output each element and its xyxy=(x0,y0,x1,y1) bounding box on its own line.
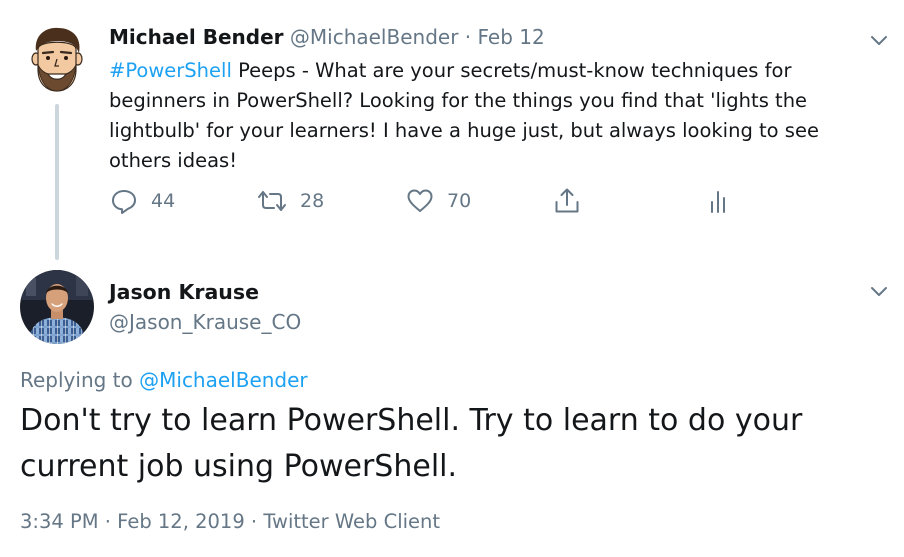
analytics-button[interactable] xyxy=(703,186,733,216)
reply-menu-chevron[interactable] xyxy=(869,283,889,297)
avatar-photo-icon xyxy=(20,270,94,344)
tweet-header: Michael Bender @MichaelBender · Feb 12 xyxy=(109,25,545,49)
reply-author-handle[interactable]: @Jason_Krause_CO xyxy=(109,310,301,334)
avatar-cartoon-icon xyxy=(31,27,83,92)
replying-prefix: Replying to xyxy=(20,368,140,392)
tweet-text: #PowerShell Peeps - What are your secret… xyxy=(109,56,849,176)
tweet-date[interactable]: Feb 12 xyxy=(478,25,545,49)
like-icon xyxy=(407,189,433,212)
header-separator: · xyxy=(464,25,472,49)
avatar[interactable] xyxy=(26,25,88,93)
reply-count: 44 xyxy=(151,190,176,212)
tweet-menu-chevron[interactable] xyxy=(869,32,889,46)
tweet-thread: Michael Bender @MichaelBender · Feb 12 #… xyxy=(0,0,904,557)
reply-button[interactable]: 44 xyxy=(109,186,175,216)
author-handle[interactable]: @MichaelBender xyxy=(290,25,459,49)
like-button[interactable]: 70 xyxy=(405,186,471,216)
hashtag-link[interactable]: #PowerShell xyxy=(109,59,232,82)
retweet-icon xyxy=(258,191,286,211)
chevron-down-icon xyxy=(871,36,887,45)
tweet-actions: 44 28 70 xyxy=(109,186,749,220)
thread-connector-line xyxy=(55,104,59,260)
reply-timestamp-source[interactable]: 3:34 PM · Feb 12, 2019 · Twitter Web Cli… xyxy=(20,510,440,533)
reply-icon xyxy=(112,190,136,214)
mention-link[interactable]: @MichaelBender xyxy=(139,368,308,392)
author-name[interactable]: Michael Bender xyxy=(109,25,284,49)
retweet-count: 28 xyxy=(300,190,325,212)
retweet-button[interactable]: 28 xyxy=(256,186,324,216)
share-button[interactable] xyxy=(552,186,582,216)
analytics-icon xyxy=(711,191,725,213)
share-icon xyxy=(555,188,579,213)
like-count: 70 xyxy=(447,190,472,212)
chevron-down-icon xyxy=(871,287,887,296)
reply-tweet-text: Don't try to learn PowerShell. Try to le… xyxy=(20,403,803,484)
avatar[interactable] xyxy=(20,270,94,344)
replying-to-line: Replying to @MichaelBender xyxy=(20,368,308,392)
reply-author-name[interactable]: Jason Krause xyxy=(109,280,259,304)
